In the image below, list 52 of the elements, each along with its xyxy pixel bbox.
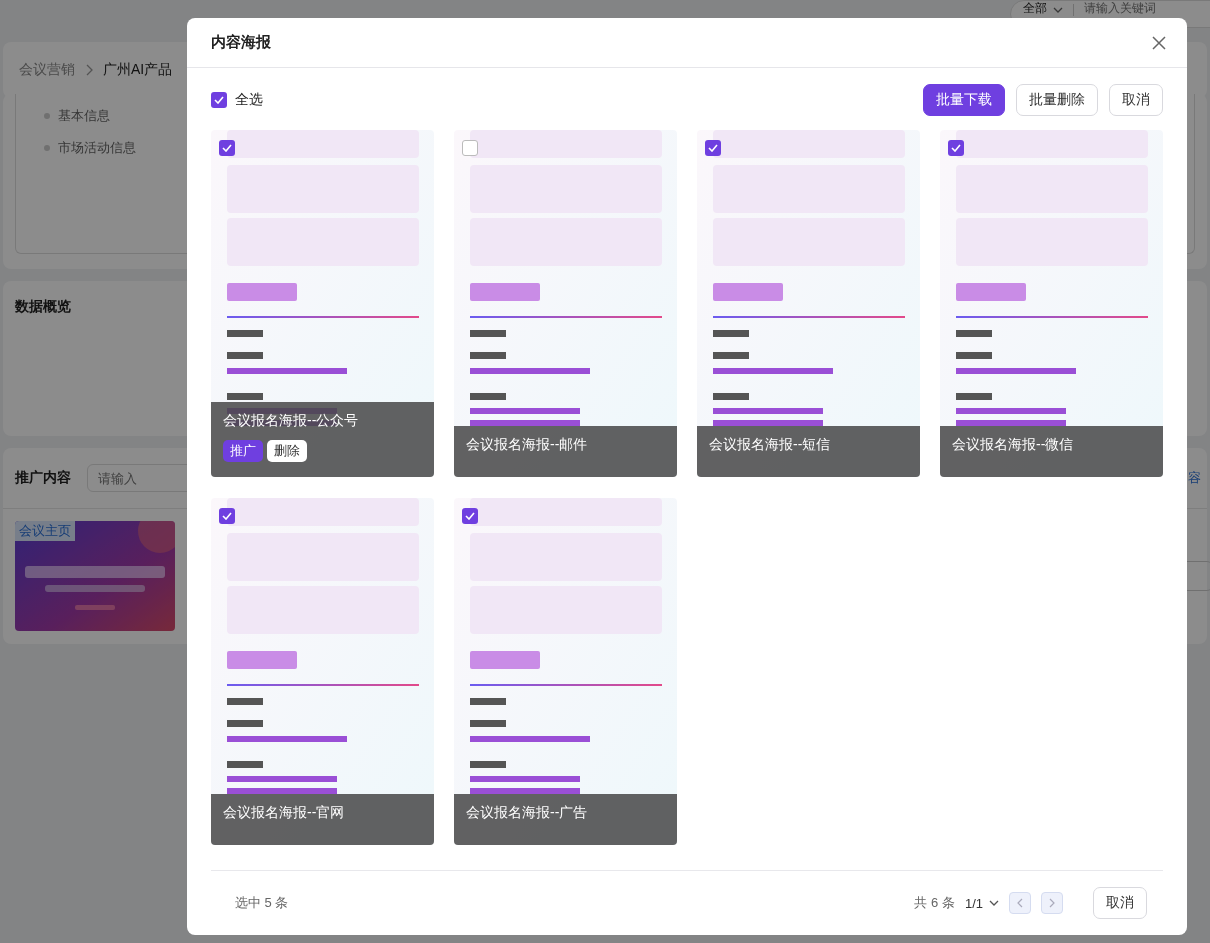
- close-icon[interactable]: [1152, 35, 1166, 50]
- section-title: 数据概览: [15, 298, 71, 314]
- checkbox[interactable]: [705, 140, 721, 156]
- action-button[interactable]: 取消: [1109, 84, 1163, 116]
- promote-button[interactable]: 推广: [223, 440, 263, 462]
- dialog-title: 内容海报: [211, 33, 271, 52]
- selection-count: 选中 5 条: [235, 894, 289, 912]
- download-button[interactable]: 批量下载: [923, 84, 1005, 116]
- thumbnail-tag: 会议主页: [15, 521, 75, 541]
- poster-card[interactable]: 会议报名海报--微信: [940, 130, 1163, 477]
- cancel-button[interactable]: 取消: [1093, 887, 1147, 919]
- poster-title: 会议报名海报--官网: [223, 804, 346, 822]
- checkbox[interactable]: [948, 140, 964, 156]
- info-item[interactable]: 市场活动信息: [58, 139, 136, 157]
- poster-card[interactable]: 会议报名海报--官网: [211, 498, 434, 845]
- poster-title: 会议报名海报--公众号: [223, 412, 360, 430]
- check-icon: [214, 96, 224, 104]
- checkbox[interactable]: [219, 140, 235, 156]
- bullet-icon: [44, 145, 50, 151]
- chevron-right-icon: [85, 64, 93, 76]
- bullet-icon: [44, 113, 50, 119]
- section-title: 推广内容: [15, 469, 71, 487]
- poster-card[interactable]: 会议报名海报--邮件: [454, 130, 677, 477]
- check-icon: [222, 144, 232, 152]
- chevron-right-icon: [1049, 898, 1055, 908]
- action-button[interactable]: 批量删除: [1016, 84, 1098, 116]
- breadcrumb-current: 广州AI产品: [103, 61, 173, 79]
- page-select[interactable]: 1/1: [964, 895, 999, 911]
- check-icon: [951, 144, 961, 152]
- poster-title: 会议报名海报--邮件: [466, 436, 589, 454]
- poster-card[interactable]: 会议报名海报--公众号 推广 删除: [211, 130, 434, 477]
- poster-title: 会议报名海报--短信: [709, 436, 832, 454]
- check-icon: [708, 144, 718, 152]
- checkbox[interactable]: [462, 140, 478, 156]
- checkbox-label: 全选: [235, 91, 263, 109]
- poster-title: 会议报名海报--广告: [466, 804, 589, 822]
- caret-icon: [1053, 7, 1063, 13]
- info-item[interactable]: 基本信息: [58, 107, 110, 125]
- checkbox[interactable]: [462, 508, 478, 524]
- total-count: 共 6 条: [914, 894, 955, 912]
- delete-button[interactable]: 删除: [267, 440, 307, 462]
- search-field[interactable]: 请输入关键词: [1084, 2, 1184, 15]
- link[interactable]: 容: [1188, 469, 1201, 487]
- chevron-left-icon: [1017, 898, 1023, 908]
- caret-icon: [989, 900, 999, 906]
- poster-card[interactable]: 会议报名海报--广告: [454, 498, 677, 845]
- checkbox[interactable]: [211, 92, 227, 108]
- checkbox[interactable]: [219, 508, 235, 524]
- check-icon: [465, 512, 475, 520]
- check-icon: [222, 512, 232, 520]
- poster-title: 会议报名海报--微信: [952, 436, 1075, 454]
- poster-card[interactable]: 会议报名海报--短信: [697, 130, 920, 477]
